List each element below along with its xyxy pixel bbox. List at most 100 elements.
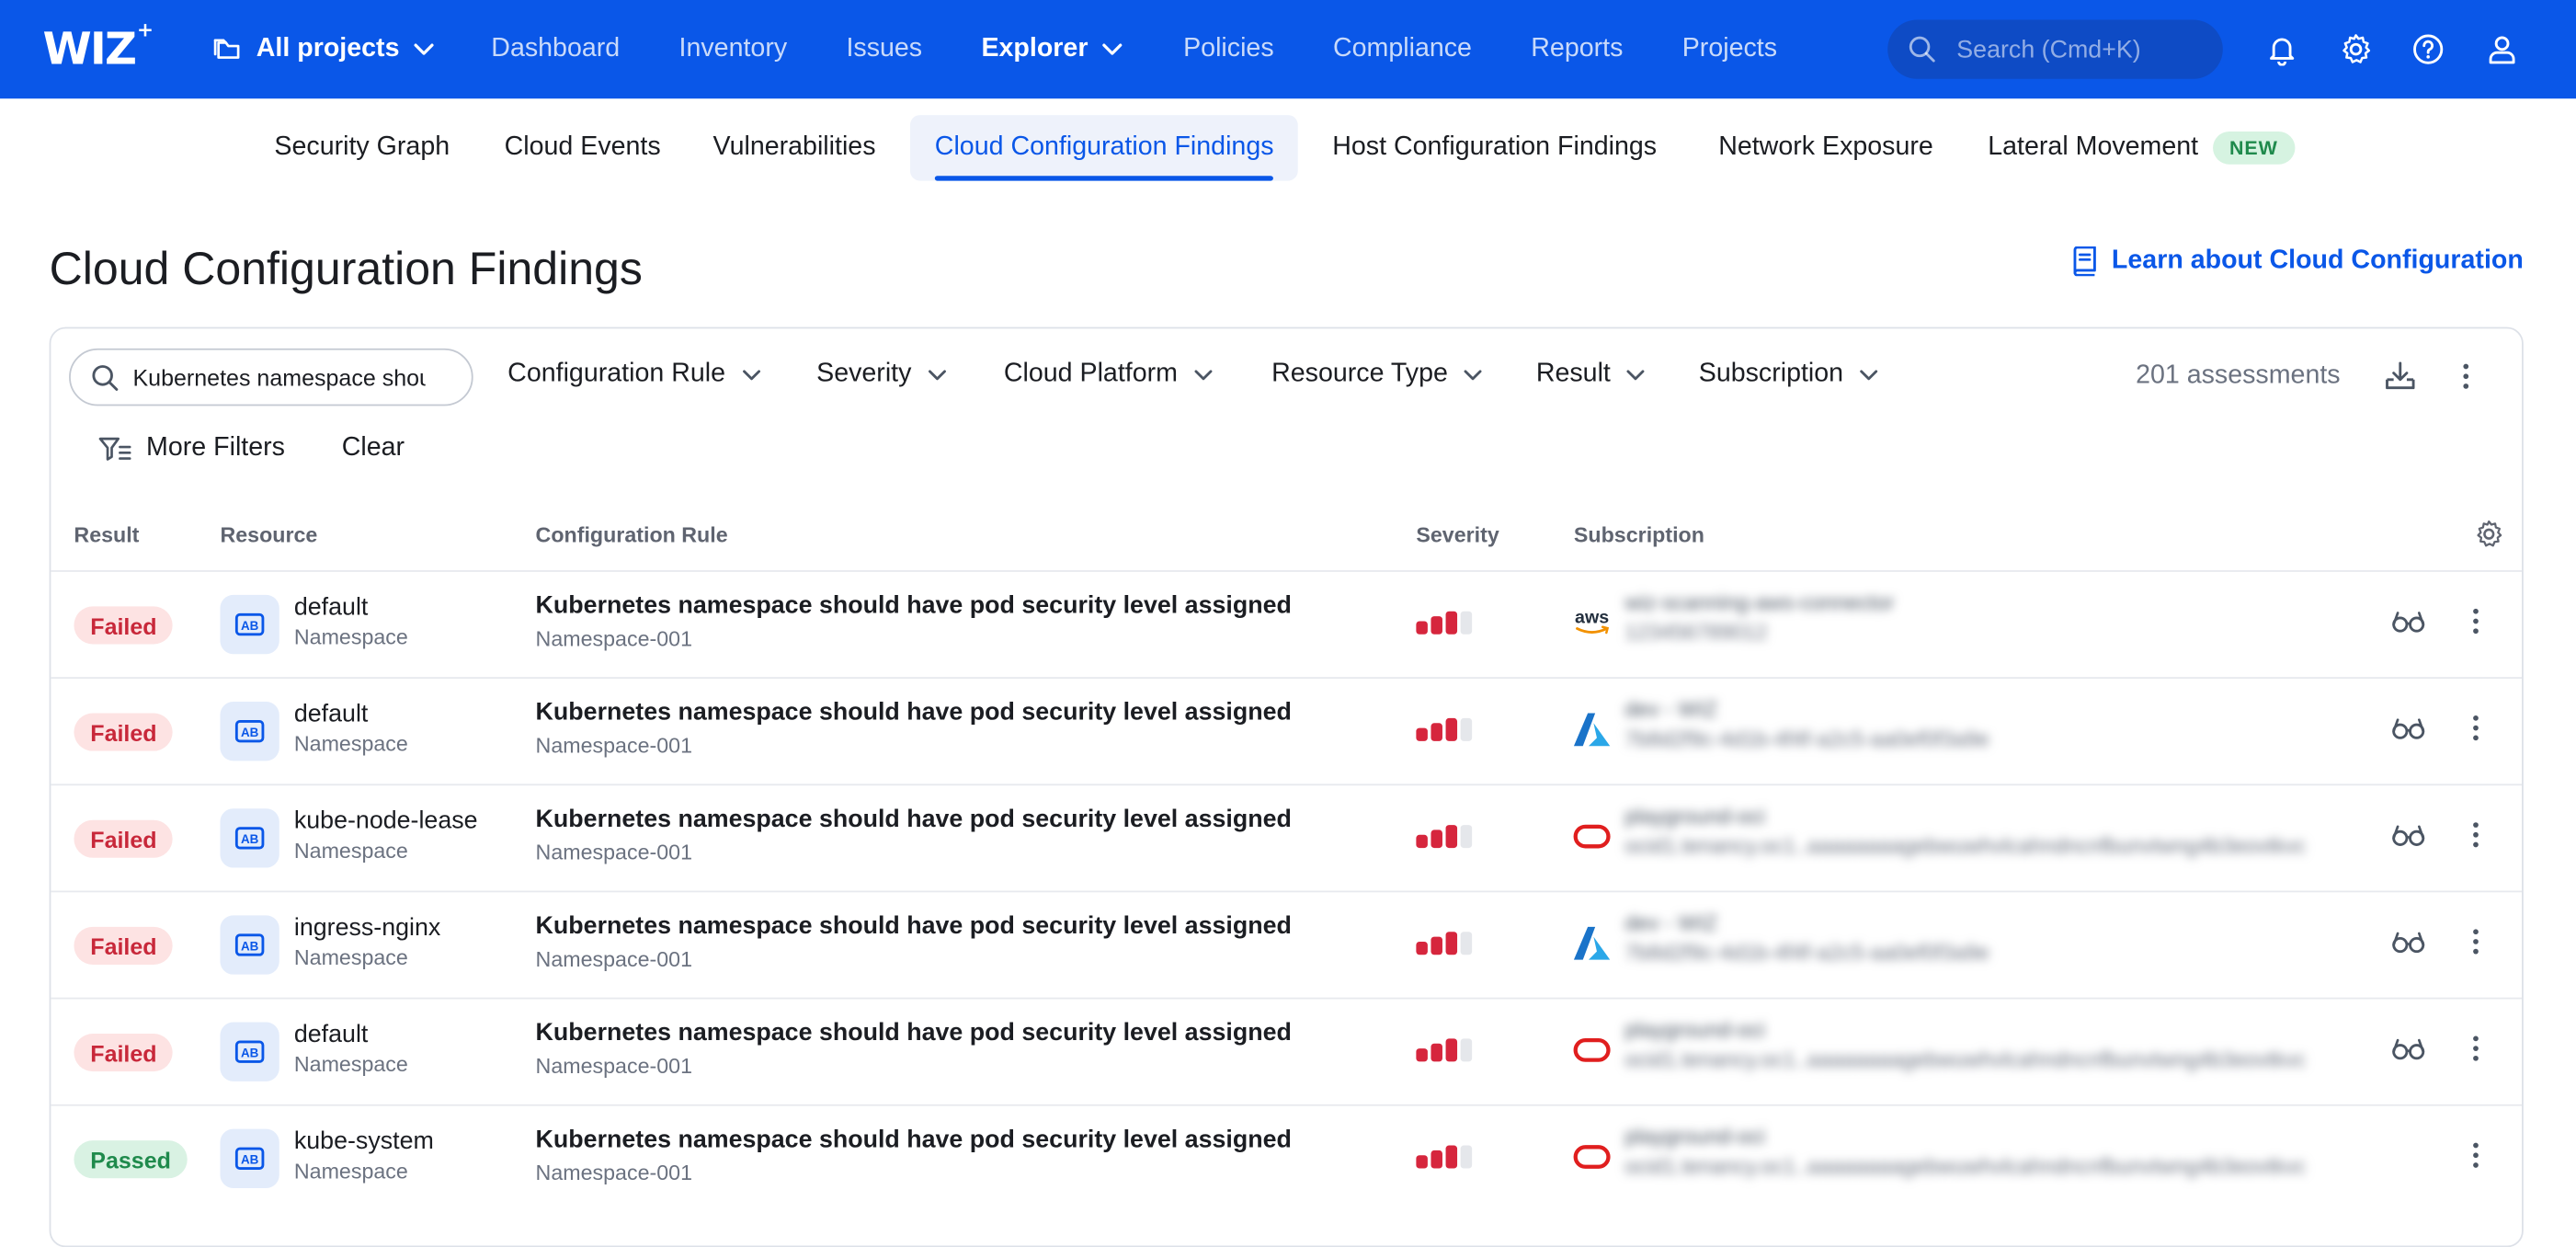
column-header-configuration-rule[interactable]: Configuration Rule	[536, 522, 728, 547]
resource-name-link[interactable]: default	[294, 593, 368, 621]
tab-cloud-configuration-findings[interactable]: Cloud Configuration Findings	[909, 115, 1299, 181]
column-settings-icon[interactable]	[2474, 520, 2503, 557]
learn-link-label: Learn about Cloud Configuration	[2111, 246, 2524, 275]
tab-lateral-movement[interactable]: Lateral Movement NEW	[1988, 115, 2295, 180]
nav-policies-label: Policies	[1183, 34, 1274, 63]
glasses-icon[interactable]	[2390, 605, 2426, 646]
filter-result[interactable]: Result	[1536, 360, 1647, 389]
tab-network-exposure[interactable]: Network Exposure	[1718, 115, 1933, 180]
filter-resource-type[interactable]: Resource Type	[1271, 360, 1484, 389]
folder-stack-icon	[213, 39, 240, 59]
tab-vulnerabilities[interactable]: Vulnerabilities	[713, 115, 876, 180]
more-options-icon[interactable]	[2459, 1032, 2492, 1073]
filter-cloud-platform[interactable]: Cloud Platform	[1004, 360, 1214, 389]
nav-projects[interactable]: Projects	[1682, 35, 1777, 64]
severity-bar	[1460, 932, 1473, 955]
table-row[interactable]: Failed AB default Namespace Kubernetes names…	[51, 677, 2523, 785]
more-options-icon[interactable]	[2459, 818, 2492, 860]
subscription-name[interactable]: dev - WIZ	[1624, 697, 1717, 722]
severity-bar	[1445, 717, 1458, 741]
more-filters-button[interactable]: More Filters	[98, 434, 285, 463]
nav-dashboard[interactable]: Dashboard	[491, 35, 620, 64]
resource-name-link[interactable]: kube-node-lease	[294, 807, 478, 834]
resource-type: Namespace	[293, 1158, 408, 1184]
glasses-icon[interactable]	[2390, 818, 2426, 860]
glasses-icon[interactable]	[2390, 925, 2426, 967]
page-title: Cloud Configuration Findings	[49, 243, 643, 294]
more-options-icon[interactable]	[2459, 1138, 2492, 1180]
table-row[interactable]: Failed AB default Namespace Kubernetes names…	[51, 570, 2523, 679]
nav-issues-label: Issues	[846, 34, 923, 63]
column-header-resource[interactable]: Resource	[220, 522, 317, 547]
download-icon[interactable]	[2384, 360, 2417, 401]
more-options-icon[interactable]	[2459, 712, 2492, 753]
tab-host-configuration-findings[interactable]: Host Configuration Findings	[1332, 115, 1657, 180]
chevron-down-icon	[1194, 369, 1213, 380]
tab-vulnerabilities-label: Vulnerabilities	[712, 132, 876, 162]
project-selector[interactable]: All projects	[213, 0, 435, 98]
glasses-icon[interactable]	[2390, 1032, 2426, 1073]
nav-reports[interactable]: Reports	[1531, 35, 1623, 64]
subscription-name[interactable]: playground-oci	[1624, 804, 1764, 829]
configuration-rule-link[interactable]: Kubernetes namespace should have pod sec…	[536, 1019, 1292, 1047]
nav-issues[interactable]: Issues	[846, 35, 922, 64]
filter-configuration-rule[interactable]: Configuration Rule	[507, 360, 761, 389]
resource-name-link[interactable]: default	[294, 1021, 368, 1048]
subscription-name[interactable]: dev - WIZ	[1624, 910, 1717, 935]
subscription-id: ocid1.tenancy.oc1..aaaaaaaagebwuwhvlcahn…	[1624, 1047, 2306, 1072]
findings-search-input[interactable]	[69, 348, 473, 406]
clear-filters-button[interactable]: Clear	[342, 434, 405, 463]
table-row[interactable]: Failed AB ingress-nginx Namespace Kubernetes…	[51, 890, 2523, 1000]
glasses-icon[interactable]	[2390, 712, 2426, 753]
more-options-icon[interactable]	[2449, 360, 2482, 401]
configuration-rule-link[interactable]: Kubernetes namespace should have pod sec…	[536, 806, 1292, 833]
nav-inventory[interactable]: Inventory	[679, 35, 788, 64]
severity-indicator	[1416, 1038, 1473, 1062]
configuration-rule-link[interactable]: Kubernetes namespace should have pod sec…	[536, 912, 1292, 940]
more-options-icon[interactable]	[2459, 925, 2492, 967]
assessment-count: 201 assessments	[2136, 361, 2341, 390]
bell-icon[interactable]	[2263, 31, 2299, 67]
resource-name-link[interactable]: kube-system	[294, 1127, 434, 1155]
tab-cloud-events[interactable]: Cloud Events	[505, 115, 661, 180]
svg-text:AB: AB	[241, 1153, 259, 1167]
subscription-name[interactable]: wiz-scanning-aws-connector	[1624, 590, 1894, 615]
nav-compliance[interactable]: Compliance	[1333, 35, 1472, 64]
nav-policies[interactable]: Policies	[1183, 35, 1274, 64]
resource-name-link[interactable]: default	[294, 700, 368, 727]
learn-link[interactable]: Learn about Cloud Configuration	[2072, 246, 2524, 277]
table-row[interactable]: Passed AB kube-system Namespace Kubernetes n…	[51, 1104, 2523, 1213]
wiz-logo[interactable]: WIZ +	[42, 18, 154, 77]
filter-severity[interactable]: Severity	[816, 360, 948, 389]
gear-icon[interactable]	[2338, 31, 2374, 67]
resource-name-link[interactable]: ingress-nginx	[294, 914, 440, 942]
column-header-result[interactable]: Result	[74, 522, 139, 547]
app-root: WIZ + All projects Dashboard Inventory I…	[0, 0, 2576, 1247]
findings-search-field[interactable]	[132, 363, 426, 391]
nav-explorer[interactable]: Explorer	[981, 35, 1123, 64]
project-selector-label: All projects	[256, 34, 400, 63]
configuration-rule-link[interactable]: Kubernetes namespace should have pod sec…	[536, 698, 1292, 726]
table-row[interactable]: Failed AB default Namespace Kubernetes names…	[51, 997, 2523, 1106]
namespace-icon: AB	[220, 1128, 279, 1188]
severity-bar	[1460, 1145, 1473, 1169]
configuration-rule-id: Namespace-001	[535, 840, 693, 864]
help-icon[interactable]	[2411, 31, 2446, 67]
subscription-name[interactable]: playground-oci	[1624, 1017, 1764, 1042]
configuration-rule-link[interactable]: Kubernetes namespace should have pod sec…	[536, 591, 1292, 619]
table-row[interactable]: Failed AB kube-node-lease Namespace Kubernet…	[51, 784, 2523, 892]
filter-subscription[interactable]: Subscription	[1699, 360, 1880, 389]
oci-logo-icon	[1570, 1029, 1613, 1071]
column-header-severity[interactable]: Severity	[1416, 522, 1499, 547]
more-options-icon[interactable]	[2459, 605, 2492, 646]
subscription-name[interactable]: playground-oci	[1624, 1124, 1764, 1149]
column-header-subscription[interactable]: Subscription	[1574, 522, 1704, 547]
result-badge: Failed	[74, 1034, 174, 1072]
configuration-rule-link[interactable]: Kubernetes namespace should have pod sec…	[536, 1126, 1292, 1153]
global-search[interactable]: Search (Cmd+K)	[1887, 19, 2223, 79]
severity-bar	[1445, 932, 1458, 955]
user-icon[interactable]	[2484, 31, 2520, 67]
global-search-placeholder: Search (Cmd+K)	[1956, 35, 2141, 63]
filter-severity-label: Severity	[816, 360, 912, 388]
tab-security-graph[interactable]: Security Graph	[274, 115, 450, 180]
